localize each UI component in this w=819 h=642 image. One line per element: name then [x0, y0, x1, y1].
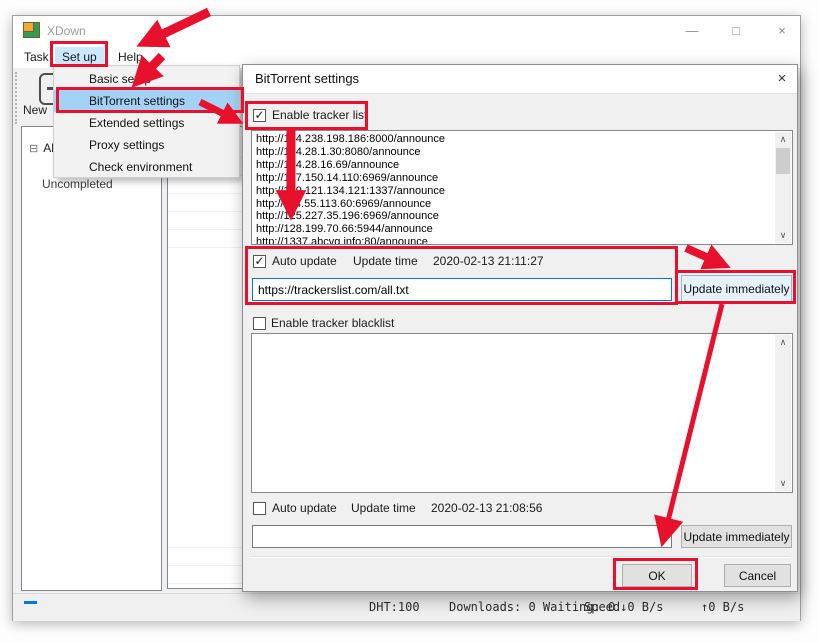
dialog-close-icon[interactable]: × [771, 69, 793, 89]
scroll-down-icon[interactable]: ∨ [775, 476, 791, 491]
blacklist-auto-update-checkbox[interactable] [253, 502, 266, 515]
task-list-panel [167, 126, 244, 589]
scroll-thumb[interactable] [776, 148, 790, 174]
minimize-icon[interactable]: — [681, 22, 703, 40]
enable-tracker-blacklist-label: Enable tracker blacklist [271, 316, 394, 330]
tracker-url-list[interactable]: ∧ ∨ http://104.238.198.186:8000/announce… [251, 130, 793, 245]
annotation-box-ok [613, 558, 698, 590]
tracker-url: http://104.28.1.30:8080/announce [256, 146, 792, 159]
menu-item-extended-settings[interactable]: Extended settings [54, 112, 239, 134]
new-task-label: New [23, 103, 47, 117]
tree-node-uncompleted[interactable]: Uncompleted [42, 177, 113, 191]
tree-expander-icon[interactable]: ⊟ [29, 143, 38, 155]
tracker-blacklist-textarea[interactable]: ∧ ∨ [251, 333, 793, 493]
blacklist-update-immediately-button[interactable]: Update immediately [681, 525, 792, 548]
dialog-title: BitTorrent settings [255, 71, 359, 86]
menu-item-check-environment[interactable]: Check environment [54, 156, 239, 178]
title-bar: XDown — □ × [13, 16, 800, 46]
annotation-box-update-immediately [675, 270, 796, 304]
blacklist-update-time-value: 2020-02-13 21:08:56 [431, 501, 542, 515]
window-title: XDown [47, 24, 86, 38]
tracker-url: http://114.55.113.60:6969/announce [256, 198, 792, 211]
status-dht: DHT:100 [369, 600, 420, 614]
selection-dash [24, 601, 37, 604]
tracker-url: http://109.121.134.121:1337/announce [256, 185, 792, 198]
annotation-box-enable-tracker-list [245, 101, 368, 130]
menu-item-proxy-settings[interactable]: Proxy settings [54, 134, 239, 156]
scroll-up-icon[interactable]: ∧ [775, 132, 791, 147]
tracker-url: http://107.150.14.110:6969/announce [256, 172, 792, 185]
cancel-button[interactable]: Cancel [724, 564, 791, 587]
blacklist-auto-update-label: Auto update [272, 501, 337, 515]
task-tree-panel: ⊟All Uncompleted [21, 126, 162, 591]
tracker-url: http://1337.abcvg.info:80/announce [256, 236, 792, 245]
enable-tracker-blacklist-checkbox[interactable] [253, 317, 266, 330]
tracker-url: http://104.238.198.186:8000/announce [256, 133, 792, 146]
dialog-title-bar: BitTorrent settings × [243, 65, 797, 94]
tracker-url: http://128.199.70.66:5944/announce [256, 223, 792, 236]
status-bar: DHT:100 Downloads: 0 Waiting: 0 Speed↓0 … [13, 593, 800, 621]
separator [251, 556, 791, 558]
scrollbar[interactable]: ∧ ∨ [775, 335, 791, 491]
tree-node-label: Uncompleted [42, 177, 113, 191]
scroll-up-icon[interactable]: ∧ [775, 335, 791, 350]
status-speed-up: ↑0 B/s [701, 600, 744, 614]
annotation-box-setup [50, 41, 108, 67]
scrollbar[interactable]: ∧ ∨ [775, 132, 791, 243]
close-icon[interactable]: × [771, 22, 793, 40]
blacklist-source-url-input[interactable] [252, 525, 672, 548]
screen: XDown — □ × Task Set up Help New ⊟All Un… [0, 0, 819, 642]
annotation-box-auto-update [245, 246, 678, 305]
tracker-url: http://104.28.16.69/announce [256, 159, 792, 172]
annotation-box-bittorrent-settings [56, 87, 244, 113]
bittorrent-settings-dialog: BitTorrent settings × Enable tracker lis… [242, 64, 798, 592]
status-speed-down: Speed↓0 B/s [584, 600, 663, 614]
scroll-down-icon[interactable]: ∨ [775, 228, 791, 243]
blacklist-update-time-label: Update time [351, 501, 416, 515]
app-icon [23, 22, 40, 38]
maximize-icon[interactable]: □ [725, 22, 747, 40]
toolbar-gripper [15, 72, 17, 124]
menu-help[interactable]: Help [111, 47, 150, 67]
setup-dropdown-menu: Basic setup BitTorrent settings Extended… [53, 65, 240, 178]
tracker-url: http://125.227.35.196:6969/announce [256, 210, 792, 223]
